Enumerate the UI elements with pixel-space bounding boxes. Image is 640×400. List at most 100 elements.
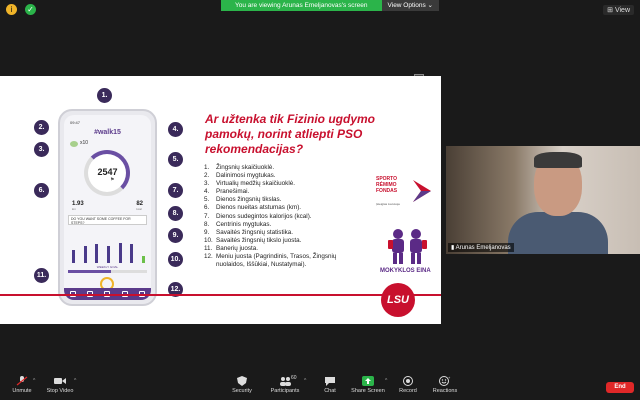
srf-logo-text: SPORTO RĖMIMO FONDAS [376,176,398,194]
share-screen-button[interactable]: Share Screen [350,376,386,394]
feature-text: Centrinis mygtukas. [216,220,272,228]
end-meeting-button[interactable]: End [606,382,634,393]
record-icon [402,376,414,386]
reactions-button[interactable]: + Reactions [431,375,459,394]
participant-video[interactable]: ▮ Arunas Emeljanovas [446,146,640,254]
mokyklos-eina-logo: MOKYKLOS EINA [380,226,436,282]
feature-number: 7. [204,212,210,220]
phone-time: 09:47 [70,120,81,125]
share-options-caret[interactable]: ^ [385,378,387,384]
video-options-caret[interactable]: ^ [74,378,76,384]
feature-number: 8. [204,220,210,228]
share-screen-label: Share Screen [351,388,385,394]
weekly-bars [72,239,145,263]
participants-options-caret[interactable]: ^ [304,378,306,384]
feature-text: Savaitės žingsnių tikslo juosta. [216,236,302,244]
top-left-icons: i ✓ [6,4,36,15]
feature-list-item: 11. Banerių juosta. [204,245,344,253]
chat-icon [324,376,336,386]
weekly-goal-bar [68,270,147,273]
callout-11: 11. [34,268,49,283]
record-button[interactable]: Record [397,376,419,394]
sporto-remimo-fondas-logo: SPORTO RĖMIMO FONDAS Įsteigtas Lietuvoje [376,176,436,214]
kcal-unit: kcal [136,207,142,211]
feature-number: 3. [204,180,210,188]
chat-button[interactable]: Chat [321,376,339,394]
participant-name-text: Arunas Emeljanovas [455,245,511,251]
screen-share-banner: You are viewing Arunas Emeljanovas's scr… [221,0,439,11]
view-button[interactable]: ⊞ View [603,5,634,15]
feature-text: Pranešimai. [216,188,250,196]
callout-4: 4. [168,122,183,137]
feature-number: 4. [204,188,210,196]
feature-text: Dalinimosi mygtukas. [216,172,276,180]
feature-number: 6. [204,204,210,212]
callout-3: 3. [34,142,49,157]
feature-list-item: 8. Centrinis mygtukas. [204,221,344,229]
callout-10: 10. [168,252,183,267]
feature-list-item: 12. Meniu juosta (Pagrindinis, Trasos, Ži… [204,253,344,269]
stop-video-label: Stop Video [46,388,74,394]
feature-number: 9. [204,228,210,236]
security-button[interactable]: Security [229,376,255,394]
feature-text: Savaitės žingsnių statistika. [216,228,293,236]
feature-text: Dienos nueitas atstumas (km). [216,204,302,212]
phone-mockup: 09:47 #walk15 x10 2547 ⚑ 1.93 km 82 kcal D… [58,109,157,306]
security-label: Security [232,388,252,394]
feature-list: 1. Žingsnių skaičiuoklė. 2. Dalinimosi mygt… [204,164,344,269]
unmute-label: Unmute [12,388,32,394]
feature-list-item: 10. Savaitės žingsnių tikslo juosta. [204,237,344,245]
kcal-value: 82 kcal [136,201,143,211]
shared-slide: 09:47 #walk15 x10 2547 ⚑ 1.93 km 82 kcal D… [0,76,441,324]
phone-hashtag: #walk15 [94,129,121,136]
callout-5: 5. [168,152,183,167]
stop-video-button[interactable]: Stop Video [44,376,76,394]
info-icon[interactable]: i [6,4,17,15]
callout-6: 6. [34,183,49,198]
feature-number: 2. [204,172,210,180]
unmute-button[interactable]: Unmute [10,376,34,394]
flag-icon: ⚑ [110,177,115,183]
participant-name: ▮ Arunas Emeljanovas [448,243,514,252]
feature-number: 1. [204,164,210,171]
feature-text: Virtualių medžių skaičiuoklė. [216,180,295,188]
video-person-hair [534,152,582,168]
weekly-bar [130,244,134,263]
feature-list-item: 9. Savaitės žingsnių statistika. [204,229,344,237]
feature-number: 11. [204,244,213,252]
smiley-plus-icon: + [439,375,451,386]
weekly-bar [95,243,99,263]
top-bar: i ✓ You are viewing Arunas Emeljanovas's… [0,0,640,20]
share-screen-icon [362,376,374,386]
audio-options-caret[interactable]: ^ [33,378,35,384]
feature-list-item: 5. Dienos žingsnių tikslas. [204,196,344,204]
feature-list-item: 1. Žingsnių skaičiuoklė. [204,164,344,172]
feature-text: Žingsnių skaičiuoklė. [216,164,275,171]
feature-number: 12. [204,253,213,261]
feature-text: Dienos žingsnių tikslas. [216,196,282,204]
view-options-button[interactable]: View Options ⌄ [381,0,439,11]
encryption-shield-icon[interactable]: ✓ [25,4,36,15]
weekly-bar [141,255,145,263]
feature-text: Meniu juosta (Pagrindinis, Trasos, Žings… [216,253,337,269]
srf-mark-icon [413,180,431,202]
meeting-toolbar: Unmute ^ Stop Video ^ Security Participa… [0,372,640,400]
weekly-goal-label: WEEKLY GOAL [96,265,119,269]
record-label: Record [399,388,417,394]
microphone-muted-icon [16,376,28,386]
walking-kids-icon [388,229,427,264]
participants-label: Participants [270,388,300,394]
phone-banner: DO YOU WANT SOME COFFEE FOR STEPS? [68,215,147,225]
feature-number: 10. [204,236,213,244]
phone-screen: 09:47 #walk15 x10 2547 ⚑ 1.93 km 82 kcal D… [64,115,151,300]
tree-count: x10 [80,140,89,146]
weekly-bar [83,246,87,263]
callout-8: 8. [168,206,183,221]
callout-1: 1. [97,88,112,103]
feature-list-item: 2. Dalinimosi mygtukas. [204,172,344,180]
reactions-label: Reactions [432,388,458,394]
slide-divider [0,294,441,296]
shield-icon [236,376,248,386]
feature-text: Banerių juosta. [216,244,259,252]
weekly-bar [106,245,110,263]
